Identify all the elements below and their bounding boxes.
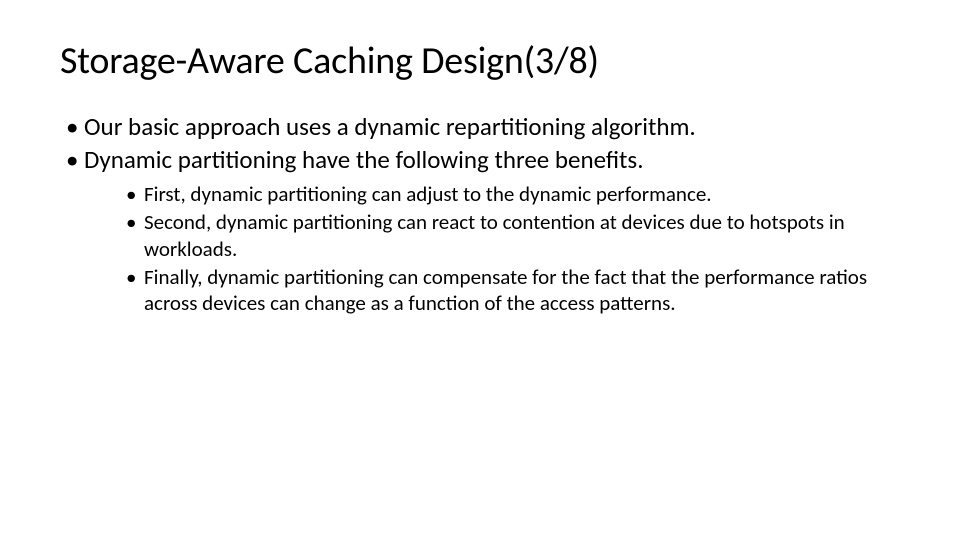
sub-bullet-item: Finally, dynamic partitioning can compen… [126, 264, 884, 317]
slide: Storage-Aware Caching Design(3/8) Our ba… [0, 0, 960, 540]
bullet-item: Our basic approach uses a dynamic repart… [66, 112, 900, 143]
bullet-text: Dynamic partitioning have the following … [84, 144, 644, 175]
sub-bullet-list: First, dynamic partitioning can adjust t… [84, 181, 900, 316]
sub-bullet-item: Second, dynamic partitioning can react t… [126, 209, 884, 262]
sub-bullet-item: First, dynamic partitioning can adjust t… [126, 181, 884, 207]
bullet-list: Our basic approach uses a dynamic repart… [60, 112, 900, 316]
slide-title: Storage-Aware Caching Design(3/8) [60, 38, 900, 84]
bullet-item: Dynamic partitioning have the following … [66, 145, 900, 317]
